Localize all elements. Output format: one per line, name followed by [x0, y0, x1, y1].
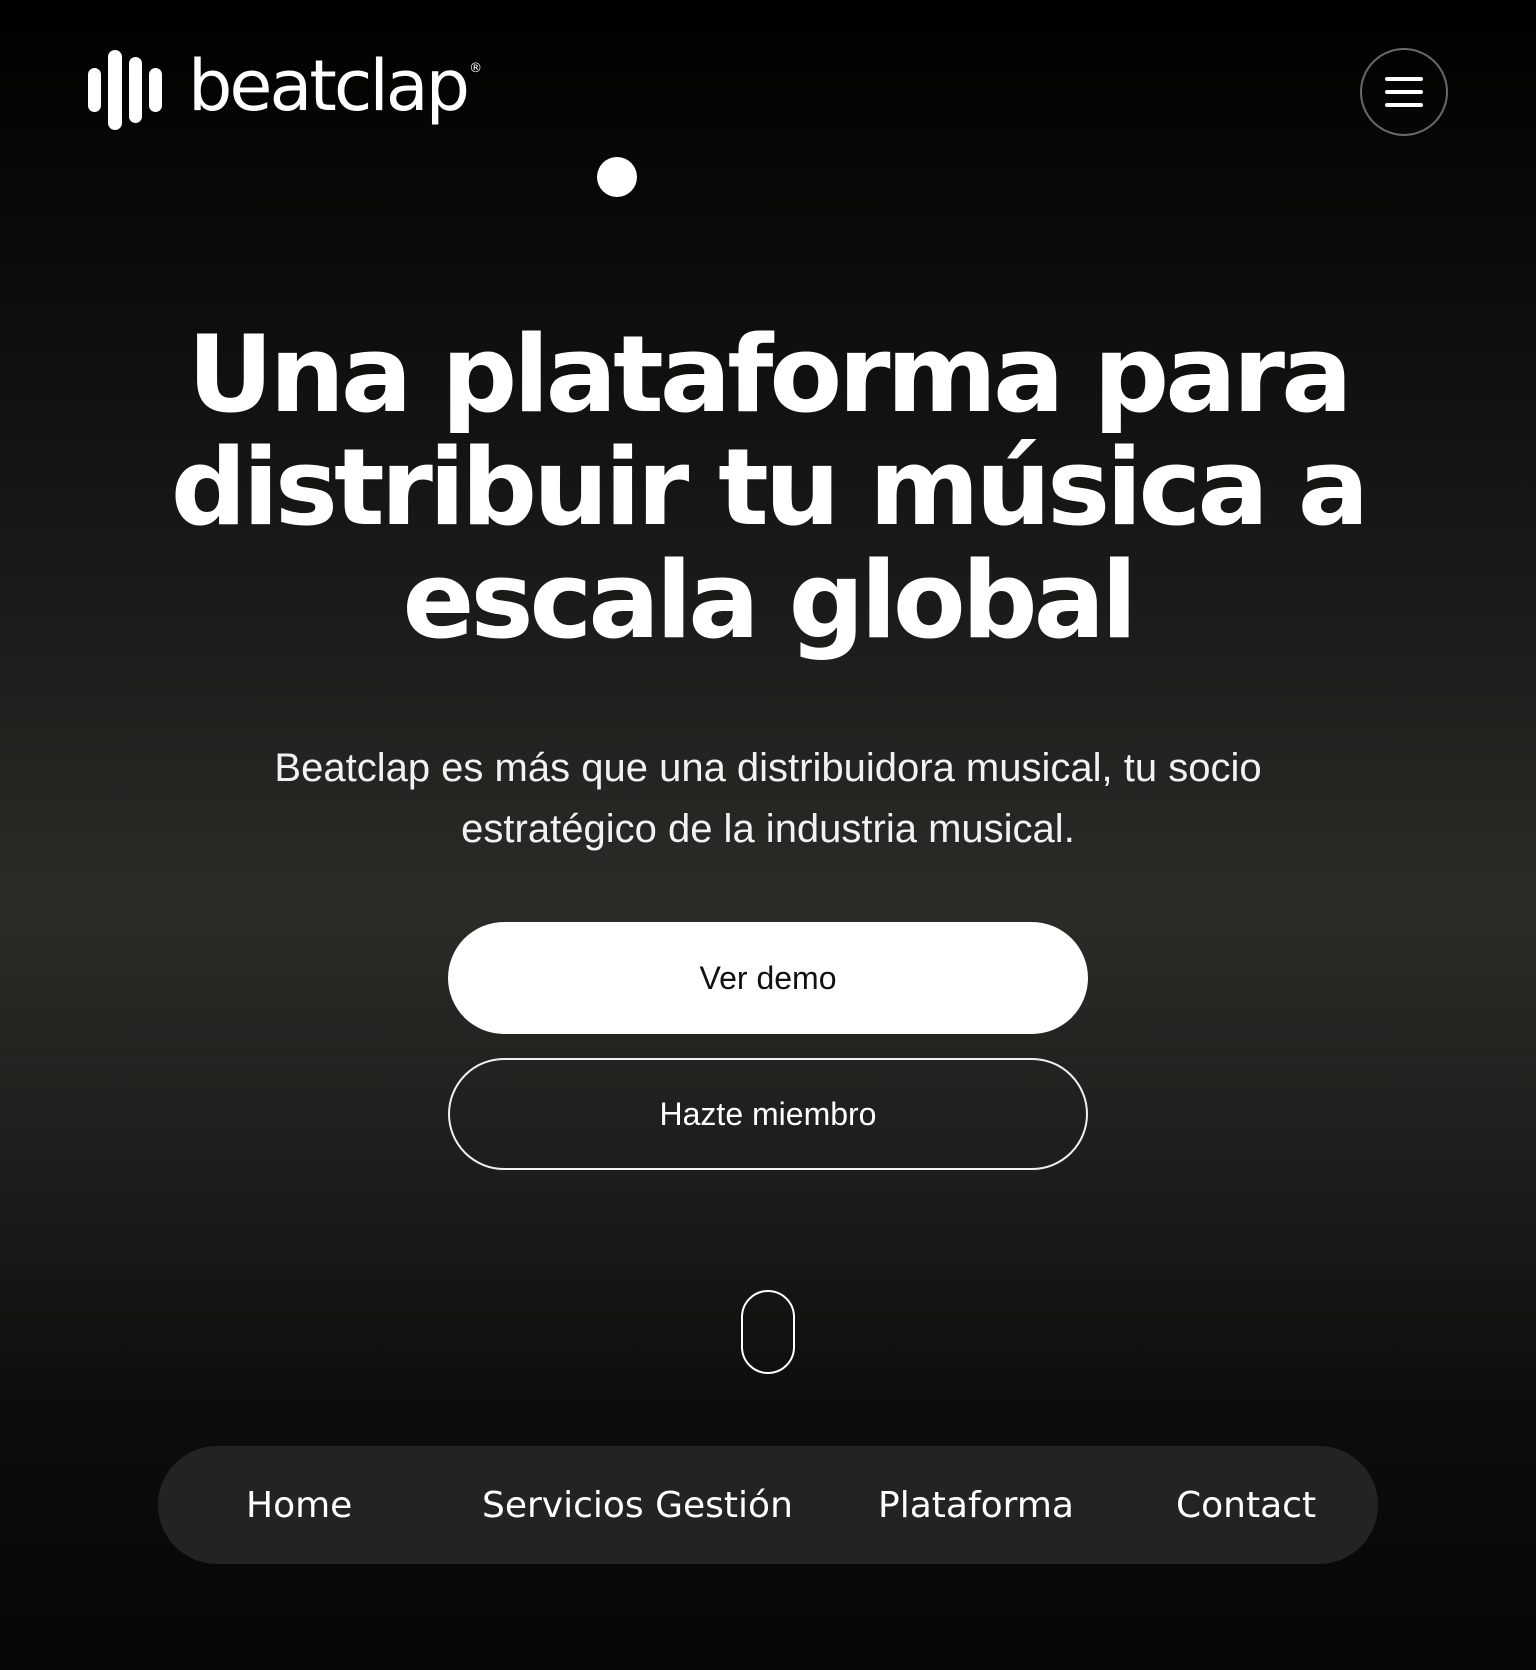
- cursor-dot: [597, 157, 637, 197]
- menu-button[interactable]: [1360, 48, 1448, 136]
- nav-item-plataforma[interactable]: Plataforma: [878, 1446, 1074, 1564]
- beatclap-logo[interactable]: beatclap ®: [88, 45, 483, 130]
- site-header: beatclap ®: [0, 0, 1536, 197]
- hero-title: Una plataforma para distribuir tu música…: [170, 313, 1370, 662]
- hamburger-icon: [1385, 77, 1423, 81]
- scroll-mouse-icon: [741, 1290, 795, 1374]
- hero-subtitle: Beatclap es más que una distribuidora mu…: [274, 746, 1262, 851]
- logo-wordmark: beatclap: [188, 45, 470, 127]
- nav-item-contact[interactable]: Contact: [1176, 1446, 1316, 1564]
- nav-item-home[interactable]: Home: [246, 1446, 352, 1564]
- logo-bars-icon: [88, 50, 162, 130]
- nav-item-servicios-gestion[interactable]: Servicios Gestión: [482, 1446, 793, 1564]
- bottom-nav: Home Servicios Gestión Plataforma Contac…: [158, 1446, 1378, 1564]
- registered-mark: ®: [469, 60, 483, 76]
- hazte-miembro-button[interactable]: Hazte miembro: [448, 1058, 1088, 1170]
- ver-demo-button[interactable]: Ver demo: [448, 922, 1088, 1034]
